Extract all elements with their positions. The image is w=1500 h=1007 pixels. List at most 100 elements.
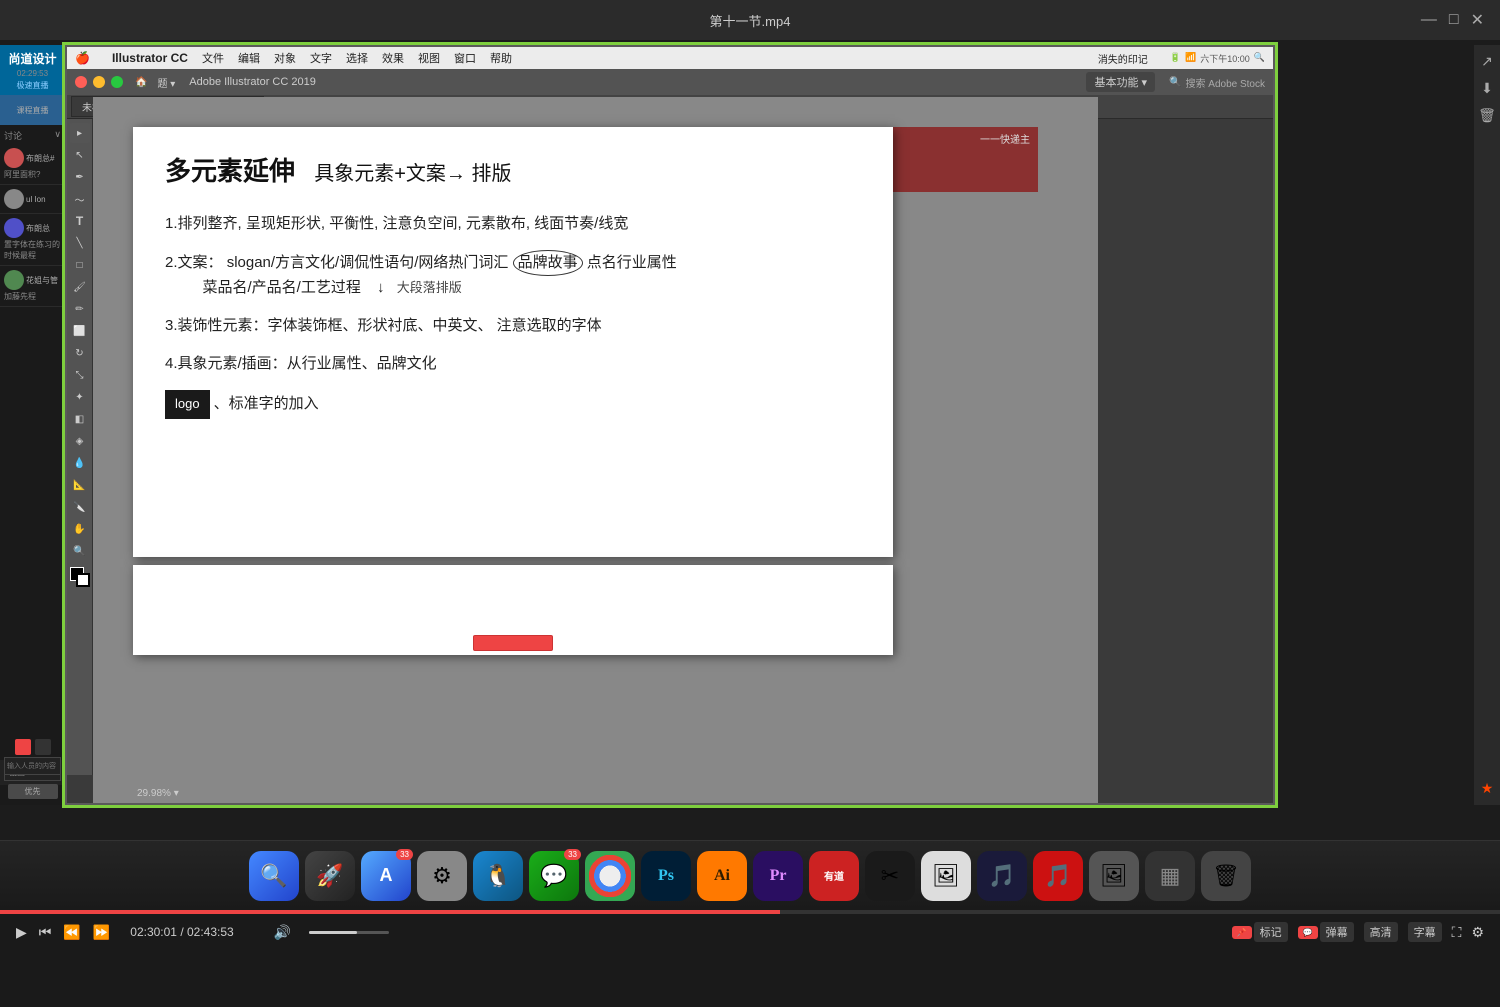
traffic-red[interactable]: [75, 76, 87, 88]
tool-rotate[interactable]: ↻: [70, 343, 90, 363]
dock-illustrator[interactable]: Ai: [697, 851, 747, 901]
dock-finder[interactable]: 🔍: [249, 851, 299, 901]
wechat-icon: 💬: [540, 863, 567, 889]
quality-button[interactable]: 高清: [1364, 922, 1398, 942]
tool-eraser[interactable]: ⬜: [70, 321, 90, 341]
settings-button[interactable]: ⚙: [1471, 924, 1484, 941]
download-icon[interactable]: ⬇: [1481, 80, 1493, 97]
tool-direct-select[interactable]: ↖: [70, 145, 90, 165]
dock-premiere[interactable]: Pr: [753, 851, 803, 901]
traffic-green[interactable]: [111, 76, 123, 88]
chat-name-1: 布朗总#: [26, 153, 54, 164]
dock-preview[interactable]: 🖼: [921, 851, 971, 901]
tool-measure[interactable]: 📐: [70, 475, 90, 495]
tool-gradient[interactable]: ◧: [70, 409, 90, 429]
menu-select[interactable]: 选择: [346, 50, 368, 66]
tool-line[interactable]: ╲: [70, 233, 90, 253]
tool-shape[interactable]: □: [70, 255, 90, 275]
tool-puppet[interactable]: ✦: [70, 387, 90, 407]
zoom-indicator[interactable]: 29.98% ▾: [137, 788, 179, 799]
chat-text-1: 阿里面积?: [4, 169, 61, 180]
prev-button[interactable]: ⏮: [39, 924, 52, 941]
chat-input[interactable]: [4, 757, 61, 775]
fullscreen-button[interactable]: ⛶: [1452, 924, 1462, 941]
tool-slice[interactable]: 🔪: [70, 497, 90, 517]
mac-menubar: 🍎 Illustrator CC 文件 编辑 对象 文字 选择 效果 视图 窗口…: [67, 47, 1273, 69]
mark-button[interactable]: 标记: [1254, 922, 1288, 942]
dock-qq[interactable]: 🐧: [473, 851, 523, 901]
apple-icon: 🍎: [75, 51, 90, 65]
dock-chrome[interactable]: [585, 851, 635, 901]
tool-scale[interactable]: ⤡: [70, 365, 90, 385]
tool-select[interactable]: ▸: [70, 123, 90, 143]
canvas-nav-bar[interactable]: [473, 635, 553, 651]
tool-hand[interactable]: ✋: [70, 519, 90, 539]
chat-avatar-1: [4, 148, 24, 168]
canvas-item-logo: logo 、标准字的加入: [165, 390, 861, 419]
color-swatches: [70, 567, 90, 587]
dock-grid[interactable]: ▦: [1145, 851, 1195, 901]
tools-panel: ▸ ↖ ✒ 〜 T ╲ □ 🖌 ✏ ⬜ ↻ ⤡ ✦ ◧ ◈ 💧 📐 🔪 ✋ 🔍: [67, 119, 93, 775]
dock-photos2[interactable]: 🖼: [1089, 851, 1139, 901]
tool-zoom[interactable]: 🔍: [70, 541, 90, 561]
restore-button[interactable]: □: [1449, 11, 1459, 29]
workspace-label: 基本功能 ▾: [1086, 72, 1155, 92]
menu-file[interactable]: 文件: [202, 50, 224, 66]
search-icon[interactable]: 🔍: [1169, 77, 1181, 88]
menu-view[interactable]: 视图: [418, 50, 440, 66]
window-controls[interactable]: — □ ✕: [1421, 10, 1484, 30]
stroke-swatch[interactable]: [76, 573, 90, 587]
next-button[interactable]: ⏩: [93, 924, 110, 941]
danmu-button[interactable]: 弹幕: [1320, 922, 1354, 942]
star-icon[interactable]: ★: [1481, 780, 1494, 797]
dock-settings[interactable]: ⚙: [417, 851, 467, 901]
menu-effect[interactable]: 效果: [382, 50, 404, 66]
tool-pencil[interactable]: ✏: [70, 299, 90, 319]
canvas-item-1: 1.排列整齐, 呈现矩形状, 平衡性, 注意负空间, 元素散布, 线面节奏/线宽: [165, 212, 861, 236]
canvas-nav-controls: [473, 635, 553, 651]
traffic-yellow[interactable]: [93, 76, 105, 88]
play-button[interactable]: ▶: [16, 924, 27, 941]
menu-window[interactable]: 窗口: [454, 50, 476, 66]
dock-trash[interactable]: 🗑: [1201, 851, 1251, 901]
chat-message-4: 花姐与管 加藤先程: [0, 266, 65, 307]
canvas-item-2: 2.文案： slogan/方言文化/调侃性语句/网络热门词汇 品牌故事 点名行业…: [165, 250, 861, 300]
chat-input-container[interactable]: [0, 753, 65, 778]
controls-row: ▶ ⏮ ⏪ ⏩ 02:30:01 / 02:43:53 🔊 📌 标记 💬 弹幕 …: [0, 914, 1500, 950]
dock-red-music[interactable]: 🎵: [1033, 851, 1083, 901]
tool-blend[interactable]: ◈: [70, 431, 90, 451]
menu-edit[interactable]: 编辑: [238, 50, 260, 66]
dock-appstore[interactable]: A 33: [361, 851, 411, 901]
progress-fill: [0, 910, 780, 914]
close-button[interactable]: ✕: [1471, 10, 1484, 30]
tool-text[interactable]: T: [70, 211, 90, 231]
dock-photoshop[interactable]: Ps: [641, 851, 691, 901]
tool-pen[interactable]: ✒: [70, 167, 90, 187]
tool-paintbrush[interactable]: 🖌: [70, 277, 90, 297]
tool-eyedropper[interactable]: 💧: [70, 453, 90, 473]
volume-bar[interactable]: [309, 931, 389, 934]
share-icon[interactable]: ↗: [1481, 53, 1493, 70]
minimize-button[interactable]: —: [1421, 11, 1437, 29]
caption-button[interactable]: 字幕: [1408, 922, 1442, 942]
volume-icon[interactable]: 🔊: [274, 924, 291, 941]
appstore-badge: 33: [396, 849, 413, 860]
menu-help[interactable]: 帮助: [490, 50, 512, 66]
tool-curvature[interactable]: 〜: [70, 189, 90, 209]
adobe-stock-text: 搜索 Adobe Stock: [1186, 75, 1265, 90]
dock-launchpad[interactable]: 🚀: [305, 851, 355, 901]
grid-icon: ▦: [1160, 863, 1181, 889]
apple-controls: 🍎: [75, 51, 90, 65]
dock-youdao[interactable]: 有道: [809, 851, 859, 901]
menu-object[interactable]: 对象: [274, 50, 296, 66]
dock-netease-music[interactable]: 🎵: [977, 851, 1027, 901]
dock-wechat[interactable]: 💬 33: [529, 851, 579, 901]
menu-text[interactable]: 文字: [310, 50, 332, 66]
back-button[interactable]: ⏪: [63, 924, 80, 941]
delete-icon[interactable]: 🗑: [1478, 107, 1496, 124]
status-icons: 🔋 📶 六下午10:00 🔍: [1170, 52, 1265, 65]
chat-logo-text: 尚道设计: [8, 50, 56, 67]
dock-finalcut[interactable]: ✂: [865, 851, 915, 901]
progress-bar[interactable]: [0, 910, 1500, 914]
send-button[interactable]: 优先: [8, 784, 58, 799]
